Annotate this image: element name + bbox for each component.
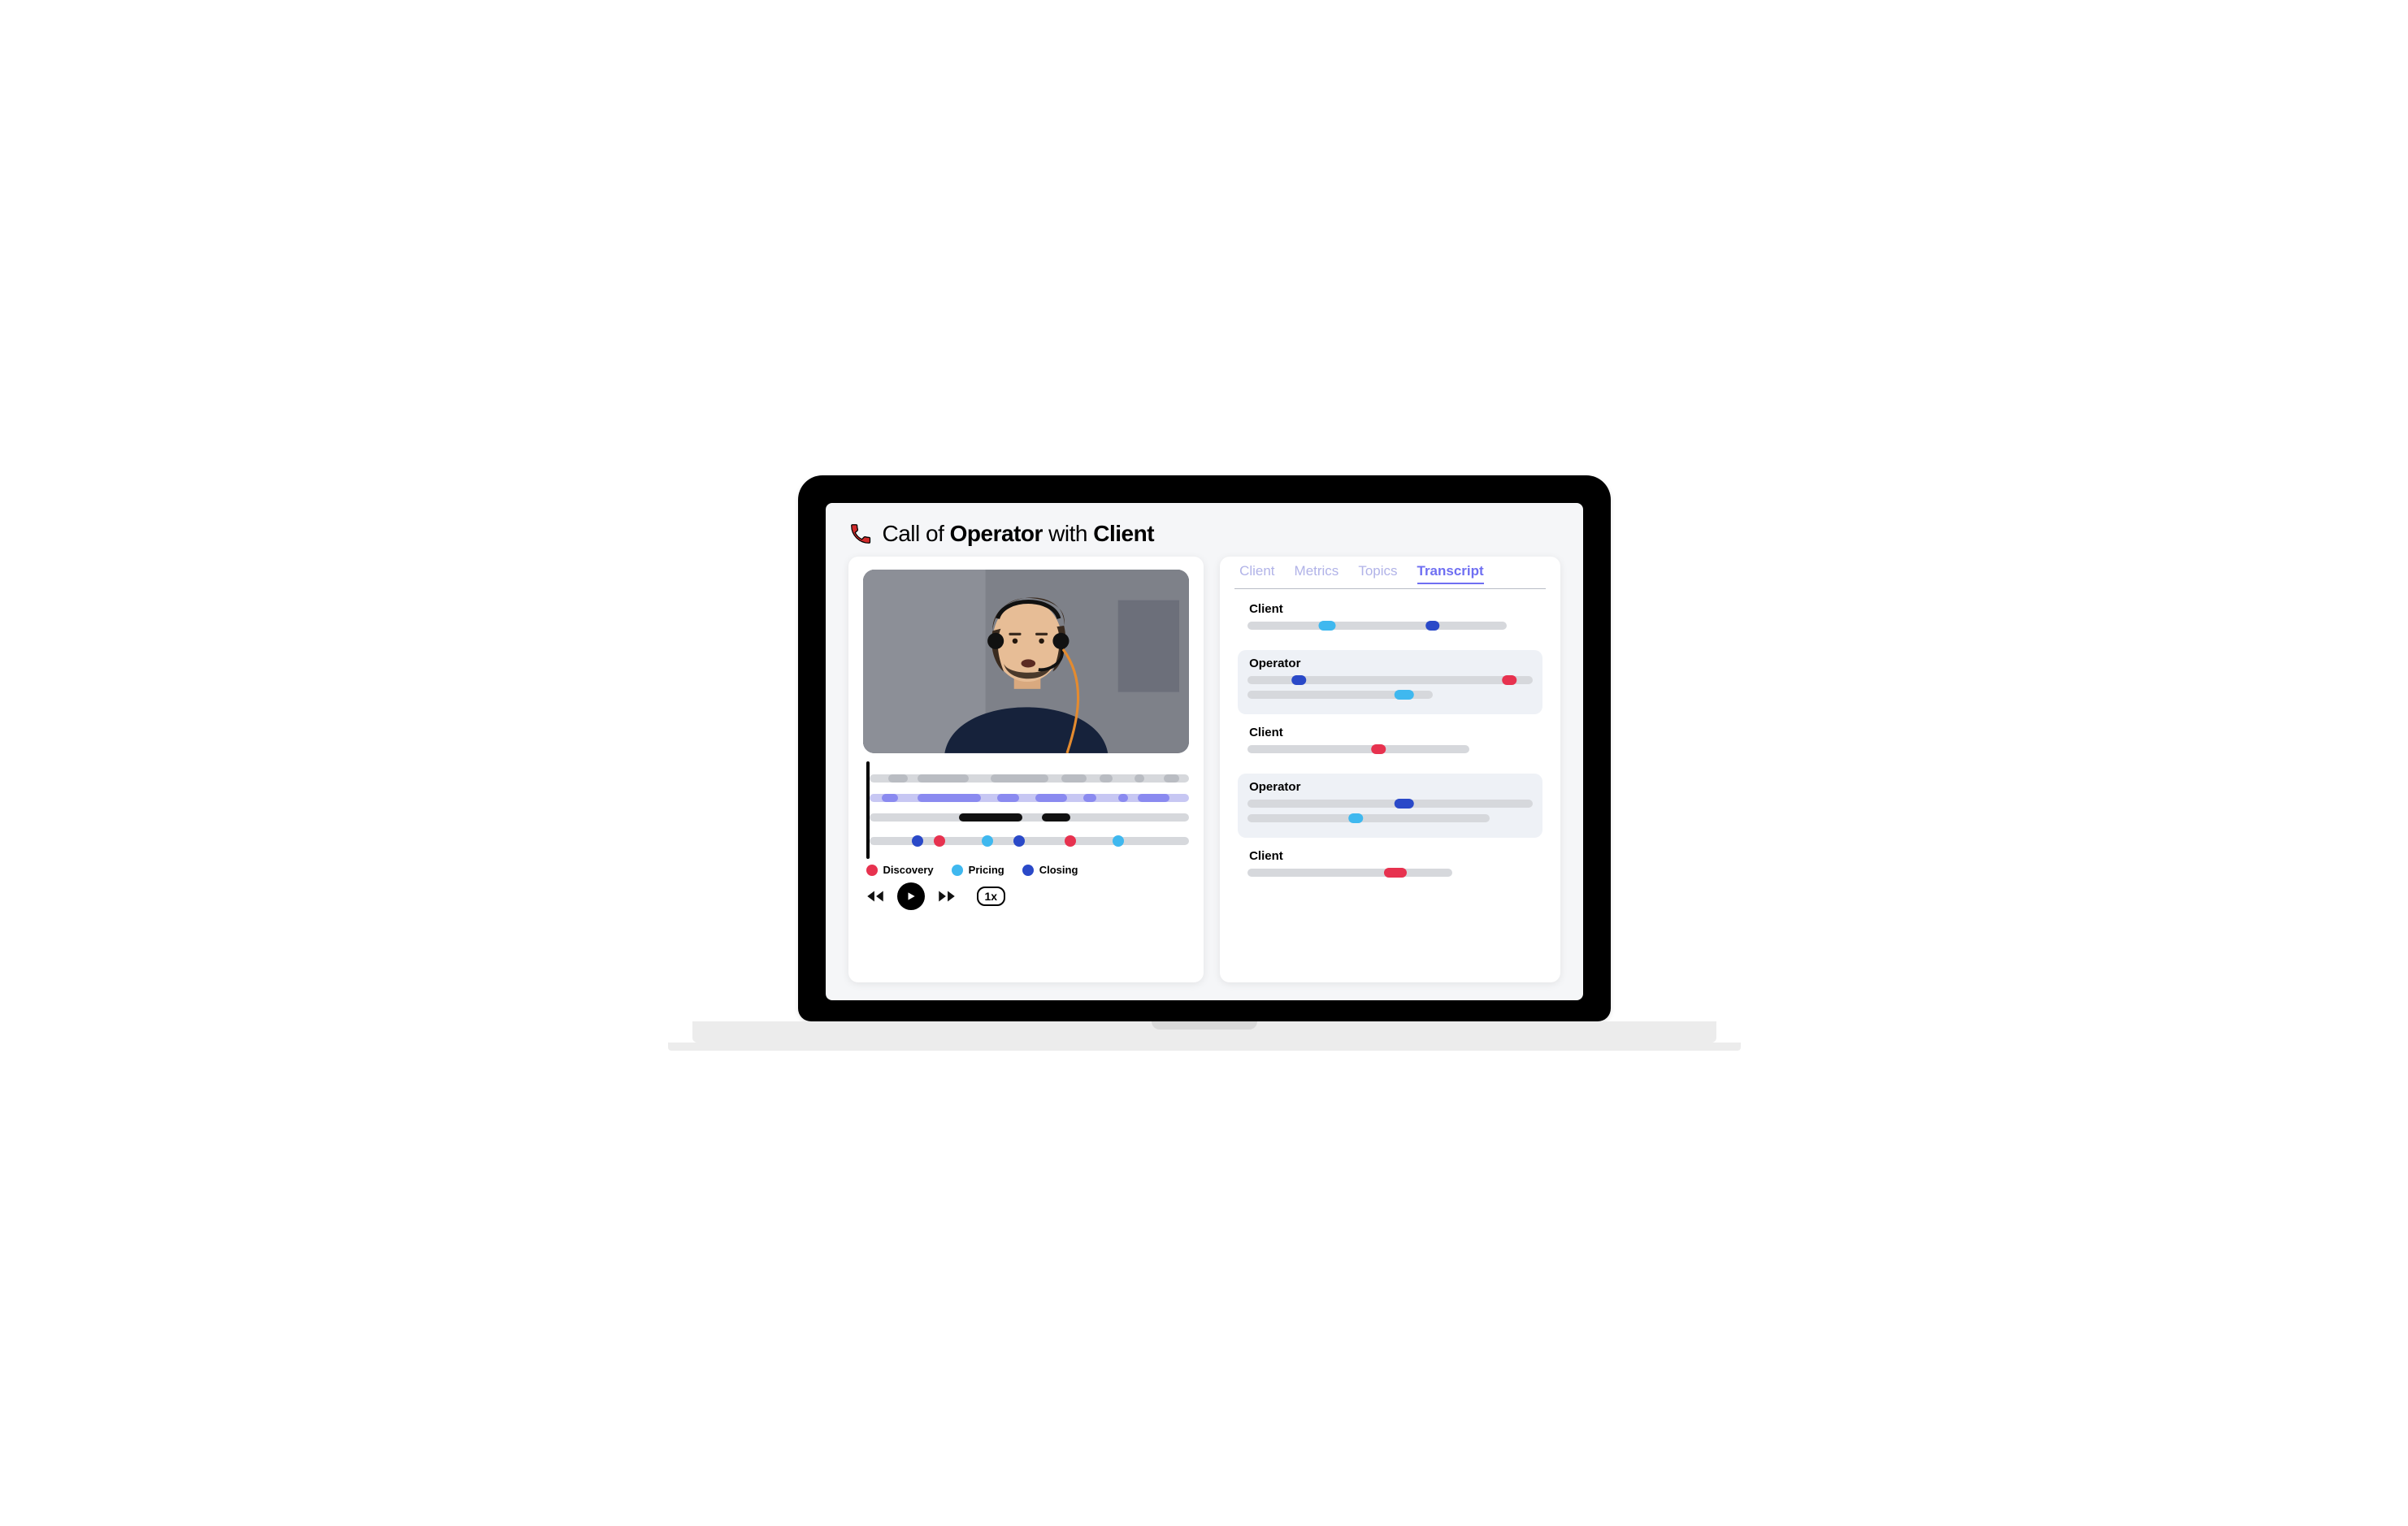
detail-tabs: Client Metrics Topics Transcript [1234, 563, 1545, 589]
dot-icon [1022, 865, 1034, 876]
playback-controls: 1x [865, 882, 1190, 910]
laptop-frame: Call of Operator with Client [798, 475, 1611, 1051]
utterance-speaker: Operator [1249, 657, 1532, 670]
timeline-segment[interactable] [997, 794, 1020, 802]
timeline-track[interactable] [870, 792, 1190, 804]
timeline-track[interactable] [870, 835, 1190, 848]
topic-marker[interactable] [1065, 835, 1076, 847]
topic-highlight[interactable] [1395, 690, 1415, 700]
utterance-line [1247, 813, 1532, 823]
legend-pricing: Pricing [952, 864, 1004, 876]
details-card: Client Metrics Topics Transcript Client Oper… [1220, 557, 1560, 982]
forward-button[interactable] [936, 886, 957, 907]
page-title-text: Call of Operator with Client [883, 521, 1155, 547]
topic-highlight[interactable] [1348, 813, 1363, 823]
timeline-track[interactable] [870, 773, 1190, 784]
utterance-speaker: Operator [1249, 780, 1532, 794]
transcript-utterance[interactable]: Client [1238, 843, 1542, 892]
call-player-card: Discovery Pricing Closing [848, 557, 1204, 982]
topic-legend: Discovery Pricing Closing [866, 864, 1190, 876]
transcript-utterance[interactable]: Client [1238, 719, 1542, 769]
timeline-segment[interactable] [1042, 813, 1070, 822]
rewind-button[interactable] [865, 886, 886, 907]
legend-closing: Closing [1022, 864, 1078, 876]
timeline-segment[interactable] [1061, 774, 1087, 783]
timeline-segment[interactable] [888, 774, 908, 783]
tab-topics[interactable]: Topics [1358, 563, 1397, 583]
topic-marker[interactable] [934, 835, 945, 847]
timeline-segment[interactable] [918, 774, 969, 783]
utterance-line [1247, 868, 1532, 878]
call-timeline[interactable] [863, 765, 1190, 856]
laptop-foot [668, 1043, 1741, 1051]
laptop-base [692, 1021, 1716, 1043]
topic-highlight[interactable] [1319, 621, 1336, 631]
timeline-segment[interactable] [1100, 774, 1113, 783]
topic-highlight[interactable] [1384, 868, 1407, 878]
app-screen: Call of Operator with Client [826, 503, 1583, 1000]
topic-marker[interactable] [1013, 835, 1025, 847]
utterance-line [1247, 675, 1532, 685]
timeline-segment[interactable] [1035, 794, 1067, 802]
topic-highlight[interactable] [1371, 744, 1386, 754]
laptop-bezel: Call of Operator with Client [798, 475, 1611, 1021]
topic-highlight[interactable] [1395, 799, 1415, 809]
timeline-segment[interactable] [1138, 794, 1169, 802]
topic-highlight[interactable] [1503, 675, 1517, 685]
timeline-segment[interactable] [882, 794, 898, 802]
timeline-segment[interactable] [991, 774, 1048, 783]
video-thumbnail[interactable] [863, 570, 1190, 753]
playback-speed-button[interactable]: 1x [977, 887, 1006, 906]
timeline-segment[interactable] [918, 794, 982, 802]
timeline-segment[interactable] [959, 813, 1023, 822]
topic-highlight[interactable] [1425, 621, 1440, 631]
phone-icon [848, 522, 873, 546]
utterance-line [1247, 744, 1532, 754]
legend-discovery: Discovery [866, 864, 934, 876]
transcript-list[interactable]: Client Operator Client Operator Client [1234, 589, 1545, 971]
topic-marker[interactable] [1113, 835, 1124, 847]
tab-client[interactable]: Client [1239, 563, 1274, 583]
utterance-speaker: Client [1249, 602, 1532, 616]
utterance-line [1247, 690, 1532, 700]
timeline-track[interactable] [870, 812, 1190, 823]
tab-metrics[interactable]: Metrics [1295, 563, 1339, 583]
dot-icon [866, 865, 878, 876]
topic-marker[interactable] [982, 835, 993, 847]
timeline-segment[interactable] [1164, 774, 1180, 783]
utterance-speaker: Client [1249, 726, 1532, 739]
timeline-segment[interactable] [1083, 794, 1096, 802]
transcript-utterance[interactable]: Client [1238, 596, 1542, 645]
topic-marker[interactable] [912, 835, 923, 847]
timeline-segment[interactable] [1135, 774, 1144, 783]
timeline-segment[interactable] [1118, 794, 1128, 802]
tab-transcript[interactable]: Transcript [1417, 563, 1484, 584]
topic-highlight[interactable] [1291, 675, 1306, 685]
play-button[interactable] [897, 882, 925, 910]
utterance-speaker: Client [1249, 849, 1532, 863]
utterance-line [1247, 621, 1532, 631]
page-title: Call of Operator with Client [848, 521, 1560, 547]
dot-icon [952, 865, 963, 876]
playhead[interactable] [866, 761, 870, 859]
transcript-utterance[interactable]: Operator [1238, 774, 1542, 838]
utterance-line [1247, 799, 1532, 809]
transcript-utterance[interactable]: Operator [1238, 650, 1542, 714]
